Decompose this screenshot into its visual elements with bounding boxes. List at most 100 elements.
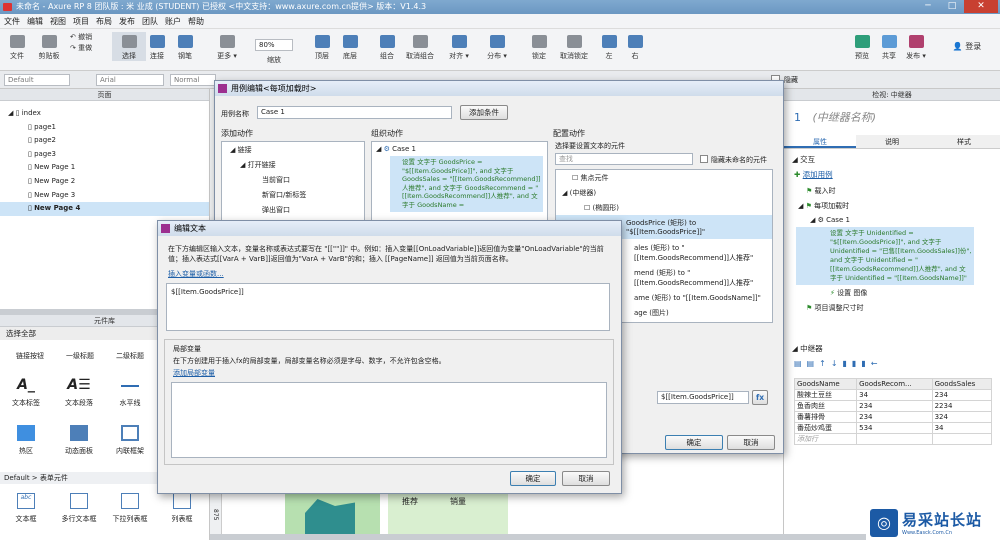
org-case-item[interactable]: ◢ ⚙ Case 1 — [372, 142, 547, 153]
menu-team[interactable]: 团队 — [142, 16, 158, 27]
action-link[interactable]: ◢ 链接 — [222, 142, 364, 155]
table-cell[interactable]: 234 — [931, 389, 993, 401]
page-item-new3[interactable]: ▯ New Page 3 — [0, 189, 209, 203]
edit-cancel-button[interactable]: 取消 — [562, 471, 610, 486]
hide-unnamed-checkbox[interactable] — [700, 155, 708, 163]
page-item-page1[interactable]: ▯ page1 — [0, 121, 209, 135]
table-cell[interactable]: 34 — [931, 422, 993, 434]
table-cell[interactable]: 番茄炒鸡蛋 — [793, 422, 858, 434]
insert-variable-link[interactable]: 插入变量或函数... — [168, 269, 224, 279]
weight-select[interactable]: Normal — [170, 74, 216, 86]
pen-tool[interactable]: 钢笔 — [168, 32, 202, 61]
lib-droplist[interactable]: 下拉列表框 — [100, 493, 160, 524]
lib-h2[interactable]: 二级标题 — [100, 351, 160, 361]
col-goodssales[interactable]: GoodsSales — [931, 378, 993, 390]
case-cancel-button[interactable]: 取消 — [727, 435, 775, 450]
text-editor[interactable]: $[[Item.GoodsPrice]] — [166, 283, 610, 331]
redo-button[interactable]: ↷ 重做 — [70, 43, 110, 53]
table-cell[interactable]: 234 — [856, 400, 933, 412]
lock-button[interactable]: 锁定 — [522, 32, 556, 61]
login-button[interactable]: 👤 登录 — [942, 41, 992, 52]
tab-properties[interactable]: 属性 — [784, 135, 856, 148]
config-search[interactable]: 查找 — [555, 153, 693, 165]
fx-button[interactable]: fx — [752, 390, 768, 405]
ellipse-row[interactable]: ☐ (椭圆形) — [556, 198, 772, 213]
unlock-button[interactable]: 取消锁定 — [552, 32, 596, 61]
add-row-cell[interactable]: 添加行 — [793, 433, 858, 445]
table-cell[interactable]: 2234 — [931, 400, 993, 412]
add-case-link[interactable]: ✚ 添加用例 — [784, 165, 1000, 180]
local-vars-list[interactable] — [171, 382, 607, 458]
org-action-text[interactable]: 设置 文字于 GoodsPrice = "$[[Item.GoodsPrice]… — [390, 156, 543, 212]
table-cell[interactable]: 鱼香肉丝 — [793, 400, 858, 412]
table-cell[interactable]: 534 — [856, 422, 933, 434]
zoom-select[interactable]: 80% — [255, 39, 293, 51]
repeater-name-field[interactable]: (中继器名称) — [813, 111, 877, 124]
menu-layout[interactable]: 布局 — [96, 16, 112, 27]
case-action-text[interactable]: 设置 文字于 Unidentified = "$[[Item.GoodsPric… — [796, 227, 974, 285]
menu-publish[interactable]: 发布 — [119, 16, 135, 27]
page-item-new4[interactable]: ▯ New Page 4 — [0, 202, 209, 216]
menu-help[interactable]: 帮助 — [188, 16, 204, 27]
col-goodsrecommend[interactable]: GoodsRecom... — [856, 378, 933, 390]
event-onload[interactable]: ⚑ 载入时 — [784, 180, 1000, 196]
menu-view[interactable]: 视图 — [50, 16, 66, 27]
set-image-action[interactable]: ⚡ 设置 图像 — [784, 285, 1000, 298]
repeater-row[interactable]: ◢ (中继器) — [556, 183, 772, 198]
action-current-window[interactable]: 当前窗口 — [222, 170, 364, 185]
page-item-index[interactable]: ◢ ▯ index — [0, 107, 209, 121]
repeater-toolbar[interactable]: ▤▤↑↓▮▮▮← — [794, 359, 994, 369]
add-local-var-link[interactable]: 添加局部变量 — [173, 368, 215, 378]
clipboard-button[interactable]: 剪贴板 — [32, 32, 66, 61]
table-cell[interactable]: 324 — [931, 411, 993, 423]
file-button[interactable]: 文件 — [0, 32, 34, 61]
send-bottom-button[interactable]: 底层 — [333, 32, 367, 61]
col-goodsname[interactable]: GoodsName — [793, 378, 858, 390]
menu-file[interactable]: 文件 — [4, 16, 20, 27]
focus-widget-row[interactable]: ☐ 焦点元件 — [556, 170, 772, 183]
maximize-button[interactable]: □ — [940, 0, 964, 13]
table-cell[interactable]: 酸辣土豆丝 — [793, 389, 858, 401]
action-popup[interactable]: 弹出窗口 — [222, 200, 364, 215]
lib-textbox[interactable]: abc 文本框 — [0, 493, 56, 524]
lib-listbox[interactable]: 列表框 — [152, 493, 212, 524]
style-select[interactable]: Default — [4, 74, 70, 86]
page-item-page2[interactable]: ▯ page2 — [0, 134, 209, 148]
right-button[interactable]: 右 — [618, 32, 652, 61]
table-cell[interactable]: 番薯排骨 — [793, 411, 858, 423]
lib-label[interactable]: A_ 文本标签 — [0, 377, 56, 408]
value-input[interactable]: $[[Item.GoodsPrice]] — [657, 391, 749, 404]
menu-account[interactable]: 账户 — [165, 16, 181, 27]
tab-style[interactable]: 样式 — [928, 135, 1000, 148]
lib-iframe[interactable]: 内联框架 — [100, 425, 160, 456]
action-new-window[interactable]: 新窗口/新标签 — [222, 185, 364, 200]
edit-ok-button[interactable]: 确定 — [510, 471, 556, 486]
table-cell[interactable]: 34 — [856, 389, 933, 401]
publish-button[interactable]: 发布 ▾ — [899, 32, 933, 61]
page-item-page3[interactable]: ▯ page3 — [0, 148, 209, 162]
page-item-new1[interactable]: ▯ New Page 1 — [0, 161, 209, 175]
distribute-button[interactable]: 分布 ▾ — [480, 32, 514, 61]
align-button[interactable]: 对齐 ▾ — [442, 32, 476, 61]
ungroup-button[interactable]: 取消组合 — [398, 32, 442, 61]
page-item-new2[interactable]: ▯ New Page 2 — [0, 175, 209, 189]
lib-hotspot[interactable]: 热区 — [0, 425, 56, 456]
font-select[interactable]: Arial — [96, 74, 164, 86]
add-condition-button[interactable]: 添加条件 — [460, 105, 508, 120]
case-name-input[interactable]: Case 1 — [257, 106, 452, 119]
tab-notes[interactable]: 说明 — [856, 135, 928, 148]
event-item-loaded[interactable]: ◢ ⚑ 每项加载时 — [784, 196, 1000, 211]
minimize-button[interactable]: ─ — [916, 0, 940, 13]
table-cell[interactable]: 234 — [856, 411, 933, 423]
undo-button[interactable]: ↶ 撤销 — [70, 32, 110, 42]
menu-edit[interactable]: 编辑 — [27, 16, 43, 27]
table-cell[interactable] — [856, 433, 933, 445]
case-item[interactable]: ◢ ⚙ Case 1 — [784, 211, 1000, 224]
event-resize[interactable]: ⚑ 项目调整尺寸时 — [784, 298, 1000, 313]
close-button[interactable]: ✕ — [964, 0, 998, 13]
lib-hline[interactable]: 水平线 — [100, 377, 160, 408]
case-ok-button[interactable]: 确定 — [665, 435, 723, 450]
more-button[interactable]: 更多 ▾ — [210, 32, 244, 61]
table-cell[interactable] — [931, 433, 993, 445]
action-open-link[interactable]: ◢ 打开链接 — [222, 155, 364, 170]
